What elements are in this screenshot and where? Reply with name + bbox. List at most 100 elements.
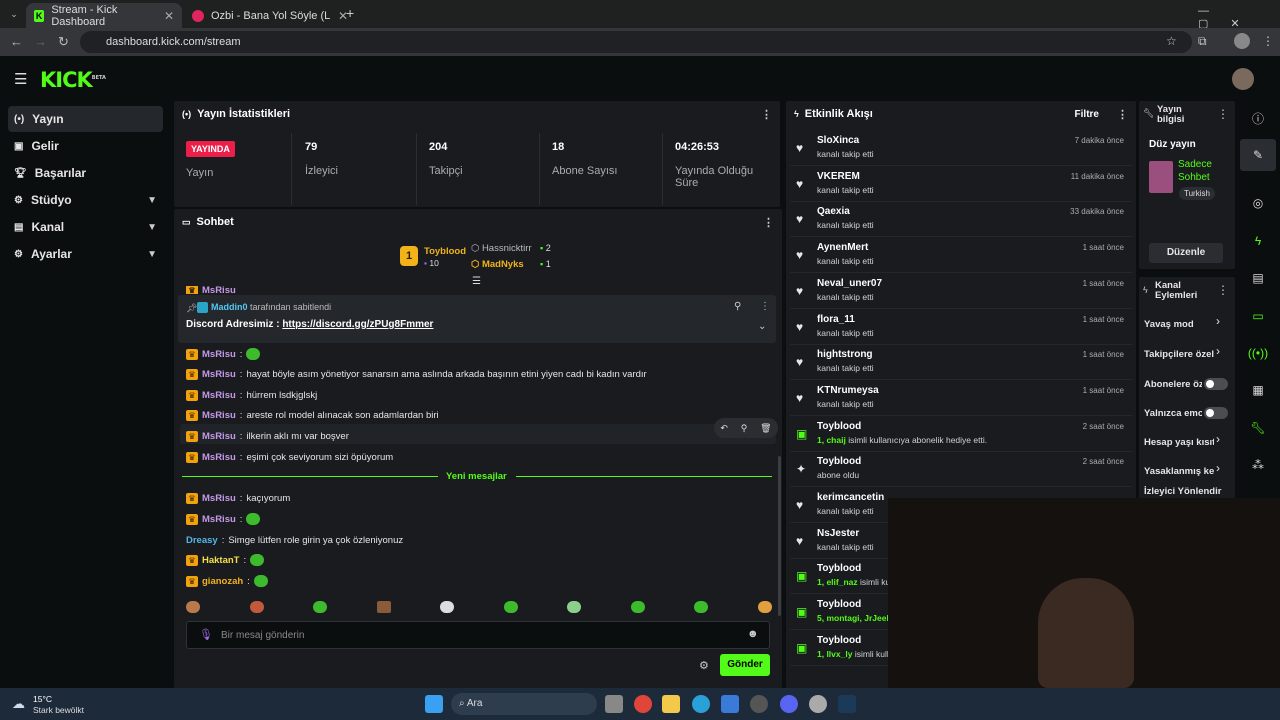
event-username[interactable]: NsJester <box>817 528 859 539</box>
event-username[interactable]: hightstrong <box>817 349 873 360</box>
emote-icon[interactable] <box>757 601 772 613</box>
back-icon[interactable]: ← <box>10 34 23 49</box>
more-menu-icon[interactable]: ⋮ <box>1117 108 1128 121</box>
chat-username[interactable]: MsRisu <box>202 410 236 421</box>
bookmark-star-icon[interactable]: ☆ <box>1166 34 1177 48</box>
category-name[interactable]: Sadece Sohbet <box>1178 158 1212 184</box>
emote-icon[interactable] <box>186 601 200 613</box>
collapse-leaderboard-icon[interactable]: ☰ <box>472 276 481 287</box>
users-icon[interactable]: ⁂ <box>1240 449 1276 481</box>
chevron-right-icon[interactable]: › <box>1216 432 1220 446</box>
taskbar-search[interactable]: ⌕ Ara <box>451 693 597 715</box>
emote-icon[interactable] <box>249 601 264 613</box>
event-username[interactable]: SloXinca <box>817 135 859 146</box>
broadcast-icon[interactable]: ((•)) <box>1240 337 1276 369</box>
action-subscribers-only[interactable]: Abonelere özel <box>1144 372 1202 396</box>
chevron-right-icon[interactable]: › <box>1216 314 1220 328</box>
leaderboard-top-user[interactable]: Toyblood <box>424 246 466 257</box>
pin-icon[interactable]: ⚲ <box>741 423 748 434</box>
more-menu-icon[interactable]: ⋮ <box>760 301 770 312</box>
edit-button[interactable]: Düzenle <box>1149 243 1223 263</box>
leaderboard-second-user[interactable]: ⬡ Hassnicktirr <box>471 243 532 254</box>
chat-input[interactable]: 🎙︎ Bir mesaj gönderin ☻ <box>186 621 770 649</box>
edge-icon[interactable] <box>692 695 710 713</box>
event-username[interactable]: Toyblood <box>817 456 861 467</box>
leaderboard-third-user[interactable]: ⬡ MadNyks <box>471 259 524 270</box>
chat-username[interactable]: HaktanT <box>202 555 239 566</box>
event-username[interactable]: flora_11 <box>817 314 855 325</box>
event-username[interactable]: Qaexia <box>817 206 850 217</box>
microphone-icon[interactable]: 🎙︎ <box>199 628 213 641</box>
chat-username[interactable]: MsRisu <box>202 514 236 525</box>
profile-avatar[interactable] <box>1234 33 1250 49</box>
window-controls[interactable]: —▢✕ <box>1198 5 1280 30</box>
chevron-right-icon[interactable]: › <box>1216 344 1220 358</box>
chrome-icon[interactable] <box>634 695 652 713</box>
event-username[interactable]: AynenMert <box>817 242 868 253</box>
sidebar-item-kanal[interactable]: ▤ Kanal ▼ <box>8 214 163 240</box>
info-icon[interactable]: ⓘ <box>1240 102 1276 134</box>
emote-icon[interactable] <box>440 601 455 613</box>
tab-search-icon[interactable]: ⌄ <box>6 6 22 22</box>
event-username[interactable]: kerimcancetin <box>817 492 884 503</box>
emote-icon[interactable] <box>630 601 645 613</box>
chat-settings-icon[interactable]: ⚙ <box>699 659 709 672</box>
chat-username[interactable]: Dreasy <box>186 535 218 546</box>
sidebar-item-yayin[interactable]: (•) Yayın <box>8 106 163 132</box>
delete-icon[interactable]: 🗑︎ <box>760 423 771 434</box>
pinned-by-user[interactable]: Maddin0 <box>211 302 248 312</box>
file-explorer-icon[interactable] <box>662 695 680 713</box>
emote-icon[interactable] <box>567 601 582 613</box>
forward-icon[interactable]: → <box>34 34 47 49</box>
hamburger-menu-icon[interactable]: ☰ <box>14 70 27 88</box>
emote-icon[interactable] <box>503 601 518 613</box>
chat-username[interactable]: MsRisu <box>202 286 236 294</box>
chat-username[interactable]: MsRisu <box>202 452 236 463</box>
chat-username[interactable]: MsRisu <box>202 493 236 504</box>
sidebar-item-studyo[interactable]: ⚙ Stüdyo ▼ <box>8 187 163 213</box>
dashboard-icon[interactable]: ▦ <box>1240 374 1276 406</box>
discord-icon[interactable] <box>780 695 798 713</box>
document-icon[interactable]: ▤ <box>1240 262 1276 294</box>
windows-start-icon[interactable] <box>425 695 443 713</box>
event-username[interactable]: Toyblood <box>817 563 861 574</box>
emote-icon[interactable] <box>313 601 328 613</box>
store-icon[interactable] <box>721 695 739 713</box>
kick-logo[interactable]: KICKBETA <box>40 68 106 92</box>
chat-bubble-icon[interactable]: ▭ <box>1240 300 1276 332</box>
more-menu-icon[interactable]: ⋮ <box>763 216 774 229</box>
chat-username[interactable]: MsRisu <box>202 349 236 360</box>
wrench-icon[interactable]: 🔧︎ <box>1240 412 1276 444</box>
action-emote-only[interactable]: Yalnızca emote <box>1144 401 1202 425</box>
emote-icon[interactable] <box>376 601 391 613</box>
sidebar-item-ayarlar[interactable]: ⚙ Ayarlar ▼ <box>8 241 163 267</box>
extensions-icon[interactable]: ⧉ <box>1198 34 1207 49</box>
url-field[interactable]: dashboard.kick.com/stream <box>80 31 1192 53</box>
unpin-icon[interactable]: ⚲ <box>734 301 741 312</box>
edit-pencil-icon[interactable]: ✎ <box>1240 139 1276 171</box>
chat-username[interactable]: MsRisu <box>202 431 236 442</box>
chevron-down-icon[interactable]: ⌄ <box>758 321 766 332</box>
tab-kick-dashboard[interactable]: K Stream - Kick Dashboard ✕ <box>26 3 182 28</box>
action-banned-words[interactable]: Yasaklanmış kelimeler <box>1144 459 1214 483</box>
close-icon[interactable]: ✕ <box>164 9 174 23</box>
user-avatar[interactable] <box>1232 68 1254 90</box>
event-username[interactable]: Neval_uner07 <box>817 278 882 289</box>
discord-link[interactable]: https://discord.gg/zPUg8Fmmer <box>282 319 433 330</box>
reload-icon[interactable]: ↻ <box>58 34 69 50</box>
subscribers-only-toggle[interactable] <box>1204 378 1228 390</box>
event-username[interactable]: Toyblood <box>817 599 861 610</box>
chat-username[interactable]: gianozah <box>202 576 243 587</box>
emoji-picker-icon[interactable]: ☻ <box>747 628 759 640</box>
send-button[interactable]: Gönder <box>720 654 770 676</box>
camera-icon[interactable]: ◎ <box>1240 187 1276 219</box>
new-tab-icon[interactable]: + <box>346 5 354 21</box>
task-view-icon[interactable] <box>605 695 623 713</box>
action-account-age[interactable]: Hesap yaşı kısıtlaması <box>1144 430 1214 454</box>
emote-icon[interactable] <box>694 601 709 613</box>
action-followers-only[interactable]: Takipçilere özel <box>1144 342 1214 366</box>
tab-youtube[interactable]: Ozbi - Bana Yol Söyle (Lirik Video) ✕ <box>184 3 356 28</box>
chat-username[interactable]: MsRisu <box>202 390 236 401</box>
sidebar-item-gelir[interactable]: ▣ Gelir <box>8 133 163 159</box>
app-icon[interactable] <box>750 695 768 713</box>
